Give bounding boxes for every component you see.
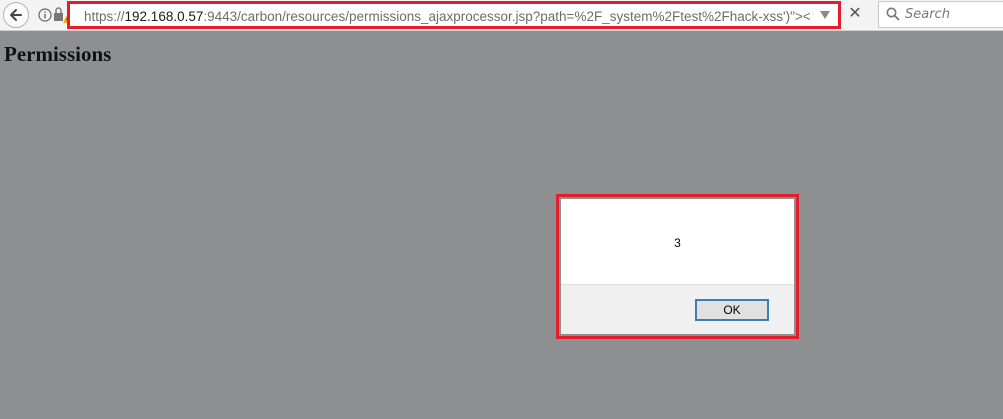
close-icon[interactable]: ✕ bbox=[846, 5, 864, 23]
search-icon bbox=[886, 7, 900, 21]
dropdown-arrow-icon[interactable] bbox=[820, 11, 830, 19]
alert-dialog-highlight: 3 OK bbox=[556, 194, 799, 339]
back-button[interactable] bbox=[3, 2, 29, 28]
page-title: Permissions bbox=[4, 42, 112, 66]
url-path: :9443/carbon/resources/permissions_ajaxp… bbox=[203, 9, 811, 24]
back-arrow-icon bbox=[10, 9, 22, 21]
search-input[interactable] bbox=[905, 5, 1003, 23]
url-host: 192.168.0.57 bbox=[124, 9, 204, 24]
url-bar[interactable]: https://192.168.0.57:9443/carbon/resourc… bbox=[67, 1, 841, 29]
alert-dialog: 3 OK bbox=[561, 199, 794, 334]
info-icon[interactable] bbox=[38, 7, 52, 23]
alert-message: 3 bbox=[674, 236, 681, 250]
url-text[interactable]: https://192.168.0.57:9443/carbon/resourc… bbox=[84, 8, 824, 25]
search-box[interactable] bbox=[878, 1, 1003, 28]
alert-footer: OK bbox=[561, 284, 794, 334]
url-scheme: https:// bbox=[84, 9, 125, 24]
ok-button[interactable]: OK bbox=[695, 299, 769, 321]
browser-toolbar: https://192.168.0.57:9443/carbon/resourc… bbox=[0, 0, 1003, 31]
